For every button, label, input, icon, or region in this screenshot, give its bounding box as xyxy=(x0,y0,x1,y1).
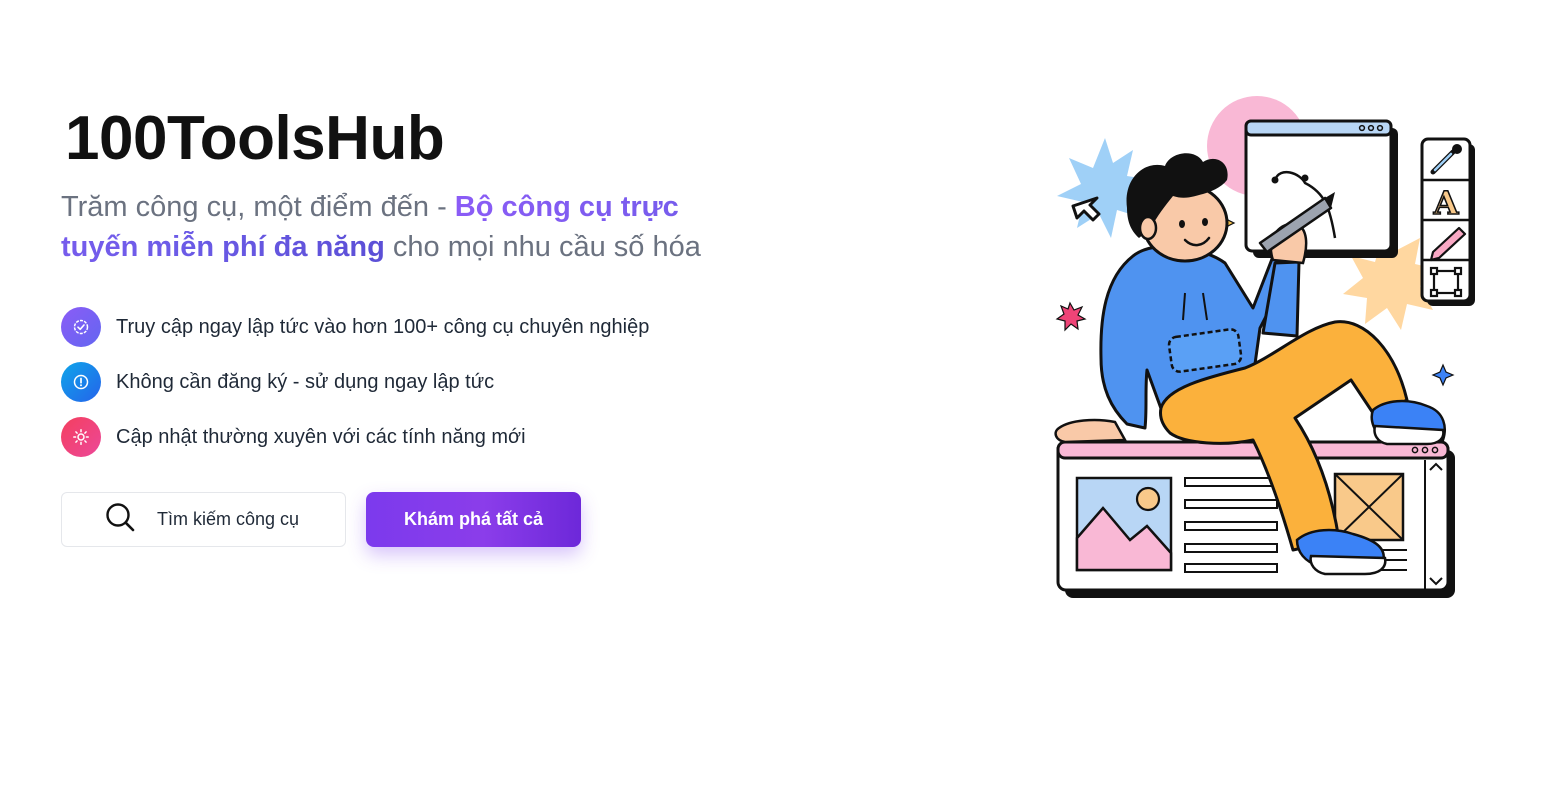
check-badge-icon xyxy=(61,307,101,347)
feature-text: Cập nhật thường xuyên với các tính năng … xyxy=(116,425,526,448)
hero-actions: Tìm kiếm công cụ Khám phá tất cả xyxy=(61,492,741,547)
search-tools-button[interactable]: Tìm kiếm công cụ xyxy=(61,492,346,547)
alert-circle-icon xyxy=(61,362,101,402)
text-tool-icon: A xyxy=(1433,184,1460,222)
search-icon xyxy=(104,501,136,538)
sun-icon xyxy=(61,417,101,457)
hero-illustration: A xyxy=(1035,88,1485,608)
hero-section: 100ToolsHub Trăm công cụ, một điểm đến -… xyxy=(61,95,741,547)
feature-item: Truy cập ngay lập tức vào hơn 100+ công … xyxy=(61,307,741,347)
tagline: Trăm công cụ, một điểm đến - Bộ công cụ … xyxy=(61,187,721,267)
feature-item: Cập nhật thường xuyên với các tính năng … xyxy=(61,417,741,457)
explore-all-button[interactable]: Khám phá tất cả xyxy=(366,492,581,547)
site-title: 100ToolsHub xyxy=(65,104,445,173)
search-tools-label: Tìm kiếm công cụ xyxy=(157,509,300,529)
feature-text: Truy cập ngay lập tức vào hơn 100+ công … xyxy=(116,315,650,338)
feature-item: Không cần đăng ký - sử dụng ngay lập tức xyxy=(61,362,741,402)
tagline-suffix: cho mọi nhu cầu số hóa xyxy=(384,231,701,263)
tagline-prefix: Trăm công cụ, một điểm đến - xyxy=(61,191,455,223)
feature-text: Không cần đăng ký - sử dụng ngay lập tức xyxy=(116,370,495,393)
feature-list: Truy cập ngay lập tức vào hơn 100+ công … xyxy=(61,307,741,457)
